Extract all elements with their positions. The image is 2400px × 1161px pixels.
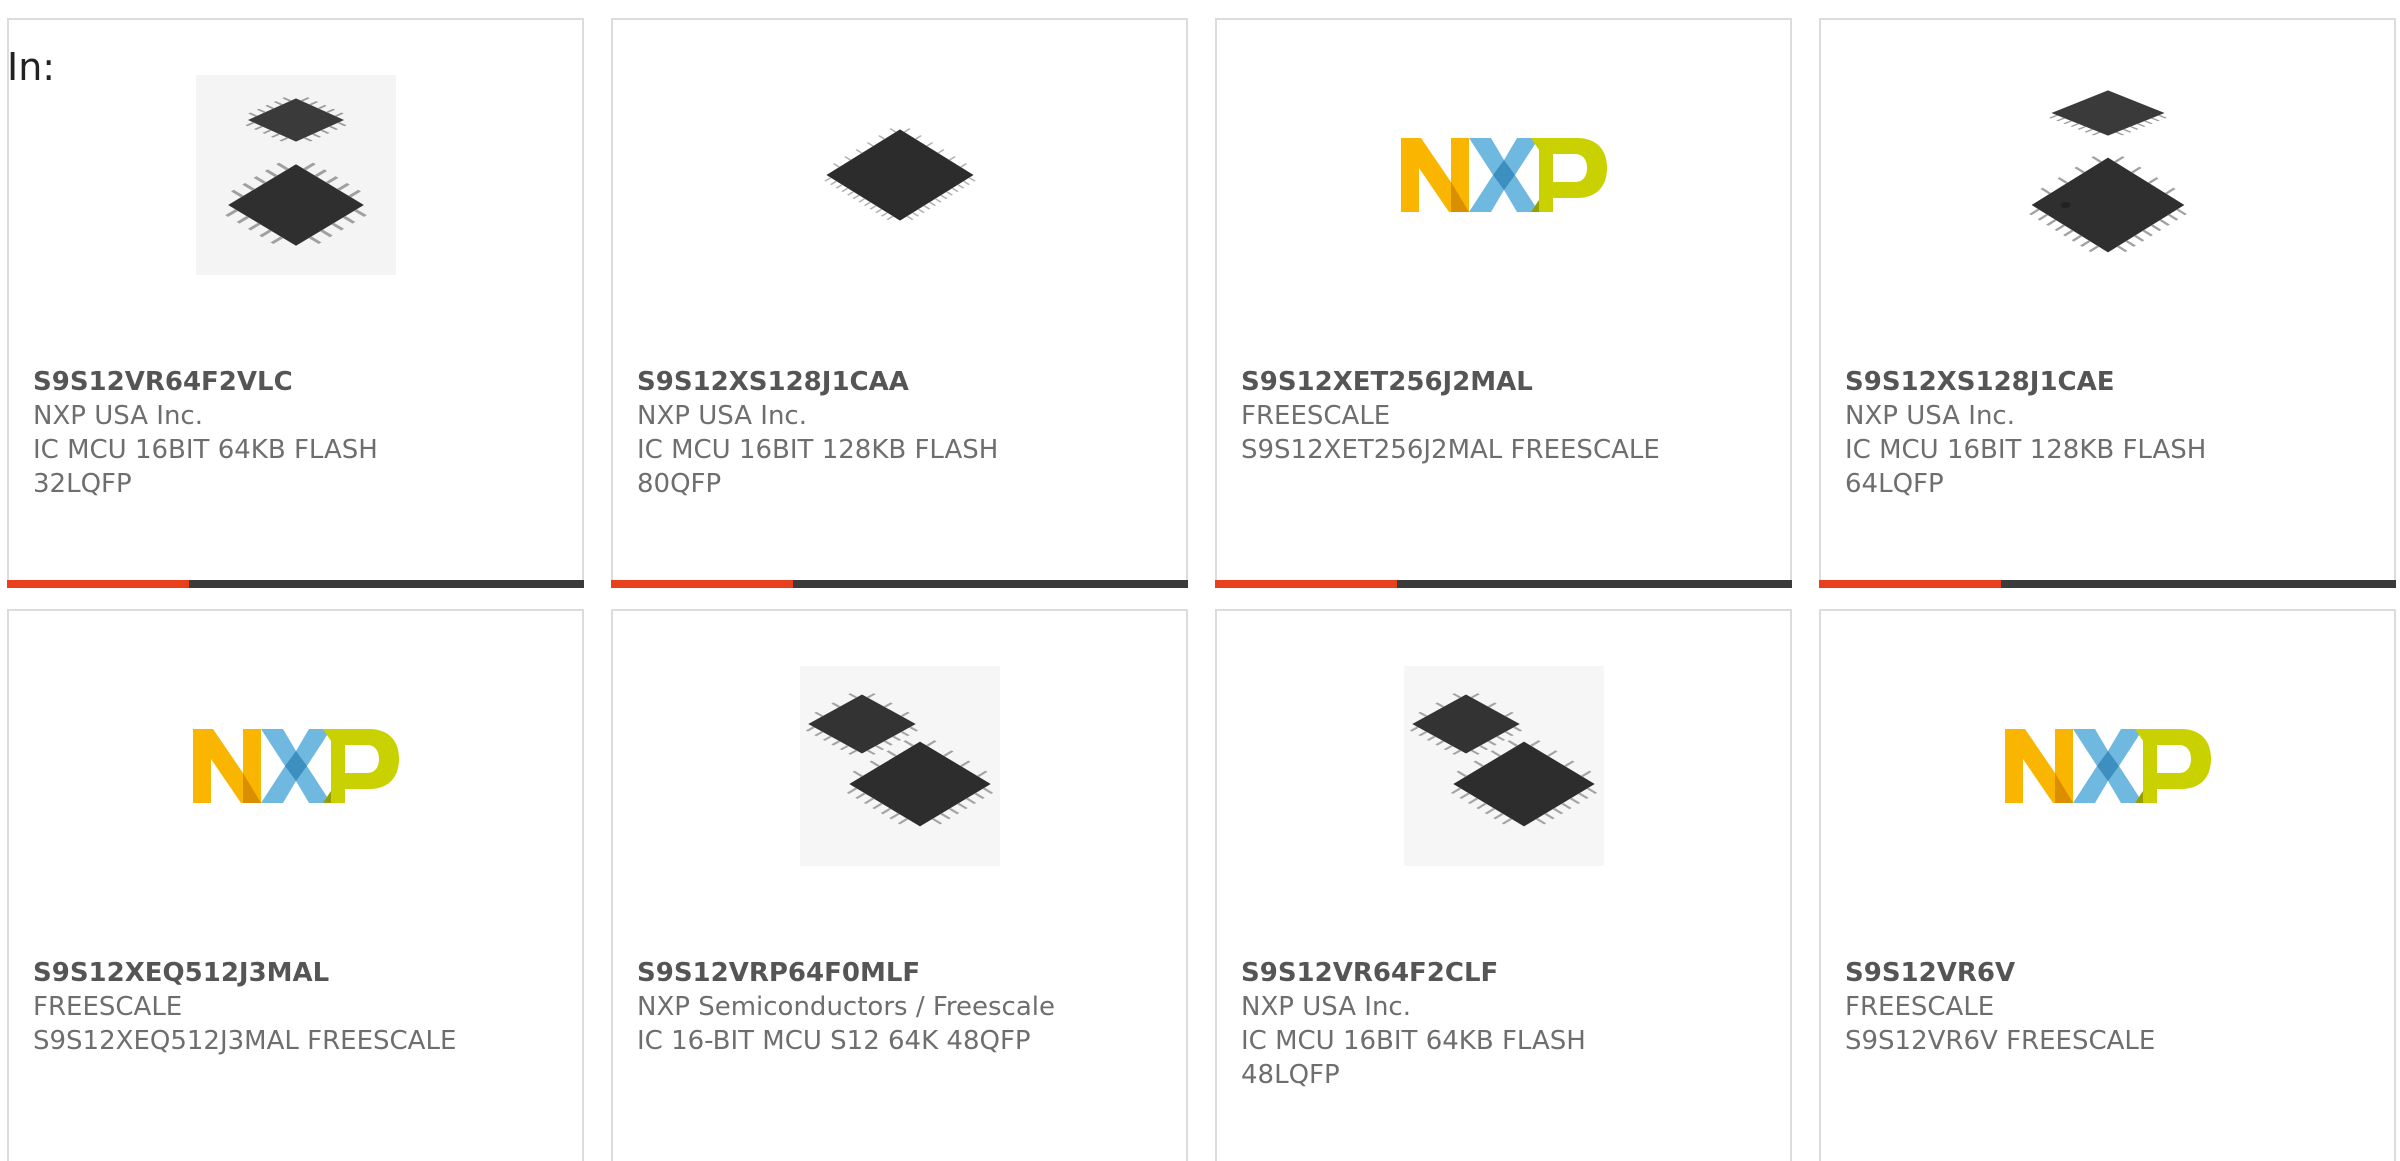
product-card[interactable]: S9S12VR64F2CLF NXP USA Inc. IC MCU 16BIT… [1215,609,1792,1161]
accent-bar-fill [7,580,189,588]
manufacturer: NXP USA Inc. [637,401,807,431]
description-line-1: IC MCU 16BIT 64KB FLASH [33,435,378,465]
accent-bar [7,580,584,588]
product-grid: S9S12VR64F2VLC NXP USA Inc. IC MCU 16BIT… [7,18,2400,1161]
accent-bar-fill [1819,580,2001,588]
description-line-1: IC 16-BIT MCU S12 64K 48QFP [637,1026,1031,1056]
product-card[interactable]: S9S12VRP64F0MLF NXP Semiconductors / Fre… [611,609,1188,1161]
description-line-2: 80QFP [637,469,722,499]
accent-bar [1215,580,1792,588]
manufacturer: NXP USA Inc. [1241,992,1411,1022]
manufacturer: NXP Semiconductors / Freescale [637,992,1056,1022]
description-line-1: S9S12VR6V FREESCALE [1845,1026,2156,1056]
manufacturer: FREESCALE [1241,401,1391,431]
in-label: In: [7,45,56,89]
part-number[interactable]: S9S12VR6V [1845,956,2384,990]
manufacturer: FREESCALE [33,992,183,1022]
chip-lqfp-48-pair-icon [613,661,1186,871]
product-card[interactable]: S9S12VR6V FREESCALE S9S12VR6V FREESCALE [1819,609,2396,1161]
part-number[interactable]: S9S12XET256J2MAL [1241,365,1780,399]
product-info: S9S12XS128J1CAE NXP USA Inc. IC MCU 16BI… [1845,365,2384,501]
product-card[interactable]: S9S12XS128J1CAA NXP USA Inc. IC MCU 16BI… [611,18,1188,588]
description-line-1: IC MCU 16BIT 128KB FLASH [1845,435,2207,465]
manufacturer: NXP USA Inc. [1845,401,2015,431]
description-line-2: 32LQFP [33,469,132,499]
chip-lqfp-32-pair-icon [9,70,582,280]
product-info: S9S12XS128J1CAA NXP USA Inc. IC MCU 16BI… [637,365,1176,501]
product-info: S9S12VR64F2CLF NXP USA Inc. IC MCU 16BIT… [1241,956,1780,1092]
nxp-logo [1821,661,2394,871]
accent-bar-fill [611,580,793,588]
page: In: S9S12VR64F2VLC NXP USA Inc. IC MCU 1… [0,0,2400,1161]
chip-lqfp-48-pair-icon [1217,661,1790,871]
part-number[interactable]: S9S12XEQ512J3MAL [33,956,572,990]
product-card[interactable]: S9S12VR64F2VLC NXP USA Inc. IC MCU 16BIT… [7,18,584,588]
product-info: S9S12VR6V FREESCALE S9S12VR6V FREESCALE [1845,956,2384,1058]
description-line-2: 64LQFP [1845,469,1944,499]
product-info: S9S12VR64F2VLC NXP USA Inc. IC MCU 16BIT… [33,365,572,501]
product-card[interactable]: S9S12XS128J1CAE NXP USA Inc. IC MCU 16BI… [1819,18,2396,588]
product-card[interactable]: S9S12XEQ512J3MAL FREESCALE S9S12XEQ512J3… [7,609,584,1161]
product-info: S9S12XEQ512J3MAL FREESCALE S9S12XEQ512J3… [33,956,572,1058]
part-number[interactable]: S9S12XS128J1CAE [1845,365,2384,399]
product-info: S9S12VRP64F0MLF NXP Semiconductors / Fre… [637,956,1176,1058]
description-line-1: S9S12XEQ512J3MAL FREESCALE [33,1026,457,1056]
accent-bar [1819,580,2396,588]
product-info: S9S12XET256J2MAL FREESCALE S9S12XET256J2… [1241,365,1780,467]
nxp-logo [1217,70,1790,280]
accent-bar [611,580,1188,588]
product-card[interactable]: S9S12XET256J2MAL FREESCALE S9S12XET256J2… [1215,18,1792,588]
part-number[interactable]: S9S12XS128J1CAA [637,365,1176,399]
description-line-1: IC MCU 16BIT 64KB FLASH [1241,1026,1586,1056]
description-line-2: 48LQFP [1241,1060,1340,1090]
manufacturer: NXP USA Inc. [33,401,203,431]
part-number[interactable]: S9S12VR64F2VLC [33,365,572,399]
chip-lqfp-64-pair-icon [1821,70,2394,280]
chip-qfp-80-icon [613,70,1186,280]
description-line-1: IC MCU 16BIT 128KB FLASH [637,435,999,465]
part-number[interactable]: S9S12VR64F2CLF [1241,956,1780,990]
manufacturer: FREESCALE [1845,992,1995,1022]
accent-bar-fill [1215,580,1397,588]
nxp-logo [9,661,582,871]
description-line-1: S9S12XET256J2MAL FREESCALE [1241,435,1660,465]
part-number[interactable]: S9S12VRP64F0MLF [637,956,1176,990]
